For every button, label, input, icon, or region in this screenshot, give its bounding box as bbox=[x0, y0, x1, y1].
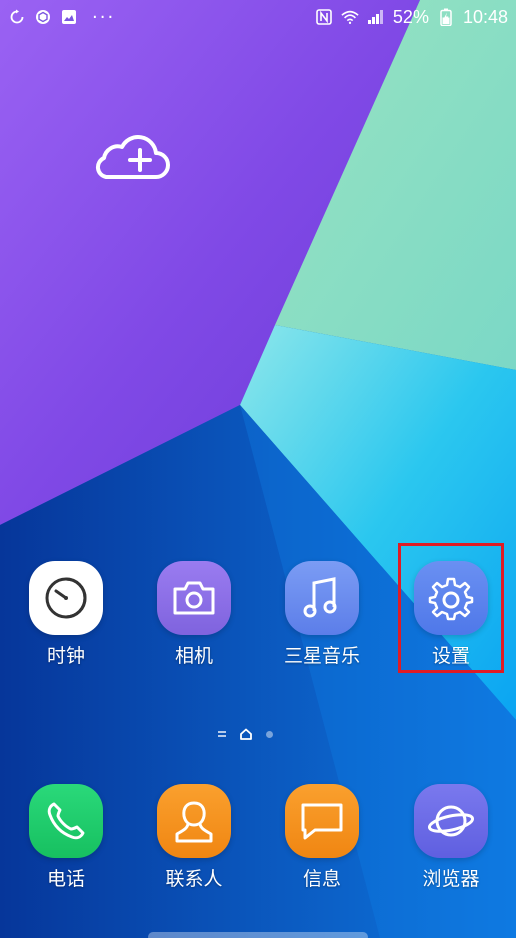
app-label: 浏览器 bbox=[422, 868, 480, 890]
camera-icon bbox=[157, 561, 231, 635]
signal-icon bbox=[367, 8, 385, 26]
refresh-icon bbox=[8, 8, 26, 26]
page-indicator-lines-icon bbox=[218, 731, 226, 737]
cloud-add-icon bbox=[95, 135, 170, 179]
clock-icon bbox=[29, 561, 103, 635]
app-label: 相机 bbox=[174, 645, 213, 667]
browser-icon bbox=[414, 784, 488, 858]
app-label: 联系人 bbox=[165, 868, 223, 890]
music-icon bbox=[285, 561, 359, 635]
settings-highlight-box bbox=[398, 543, 504, 673]
app-label: 电话 bbox=[46, 868, 85, 890]
page-indicator[interactable] bbox=[218, 726, 298, 742]
more-dots-icon: ··· bbox=[92, 6, 116, 28]
app-camera[interactable]: 相机 bbox=[139, 561, 249, 681]
page-dot bbox=[266, 730, 273, 738]
app-phone[interactable]: 电话 bbox=[11, 784, 121, 904]
navigation-handle[interactable] bbox=[148, 932, 368, 942]
contact-icon bbox=[157, 784, 231, 858]
app-label: 时钟 bbox=[46, 645, 85, 667]
message-icon bbox=[285, 784, 359, 858]
hexagon-app-icon bbox=[34, 8, 52, 26]
gallery-icon bbox=[60, 8, 78, 26]
home-page-icon bbox=[240, 725, 252, 744]
status-bar: ··· 52% 10:48 bbox=[0, 0, 516, 34]
nfc-icon bbox=[315, 8, 333, 26]
app-label: 三星音乐 bbox=[283, 645, 360, 667]
app-contacts[interactable]: 联系人 bbox=[139, 784, 249, 904]
status-time: 10:48 bbox=[462, 6, 508, 27]
battery-icon bbox=[437, 8, 455, 26]
app-samsung-music[interactable]: 三星音乐 bbox=[267, 561, 377, 681]
wifi-icon bbox=[341, 8, 359, 26]
app-messages[interactable]: 信息 bbox=[267, 784, 377, 904]
battery-percent: 52% bbox=[392, 6, 429, 27]
phone-icon bbox=[29, 784, 103, 858]
app-label: 信息 bbox=[302, 868, 341, 890]
app-browser[interactable]: 浏览器 bbox=[396, 784, 506, 904]
cloud-add-widget[interactable] bbox=[90, 130, 170, 185]
app-clock[interactable]: 时钟 bbox=[11, 561, 121, 681]
